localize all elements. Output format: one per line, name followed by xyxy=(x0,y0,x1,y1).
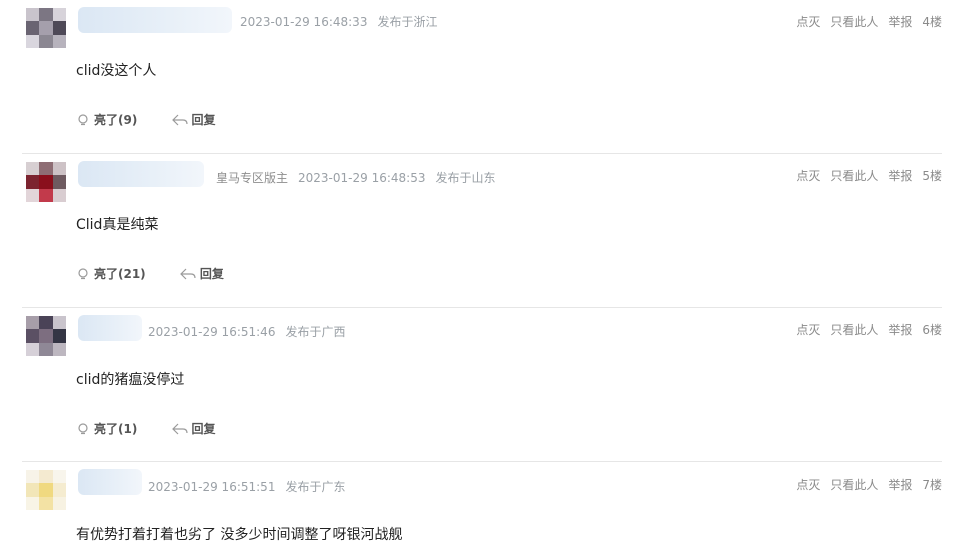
post-time: 2023-01-29 16:51:51 xyxy=(148,480,276,494)
post-location: 发布于广西 xyxy=(285,325,346,339)
avatar[interactable] xyxy=(26,470,66,510)
extinguish-button[interactable]: 点灭 xyxy=(796,15,820,29)
reply-arrow-icon xyxy=(171,423,188,434)
report-button[interactable]: 举报 xyxy=(888,478,912,492)
reply-footer: 亮了(21) 回复 xyxy=(76,265,254,284)
only-view-button[interactable]: 只看此人 xyxy=(830,169,878,183)
reply-footer: 亮了(1) 回复 xyxy=(76,420,246,439)
extinguish-button[interactable]: 点灭 xyxy=(796,323,820,337)
report-button[interactable]: 举报 xyxy=(888,169,912,183)
reply-content: clid的猪瘟没停过 xyxy=(76,372,185,388)
reply-actions: 点灭 只看此人 举报 6楼 xyxy=(786,321,942,338)
lightbulb-icon xyxy=(78,113,88,125)
report-button[interactable]: 举报 xyxy=(888,323,912,337)
post-time: 2023-01-29 16:51:46 xyxy=(148,325,276,339)
post-time: 2023-01-29 16:48:33 xyxy=(240,15,368,29)
like-button[interactable]: 亮了(1) xyxy=(76,420,137,437)
like-button[interactable]: 亮了(21) xyxy=(76,265,146,282)
reply-item: 皇马专区版主 2023-01-29 16:48:53 发布于山东 点灭 只看此人 举报 5… xyxy=(0,154,960,306)
reply-arrow-icon xyxy=(171,114,188,125)
username-blurred[interactable] xyxy=(78,161,204,187)
floor-number: 7楼 xyxy=(922,478,942,492)
only-view-button[interactable]: 只看此人 xyxy=(830,478,878,492)
reply-label: 回复 xyxy=(191,113,216,127)
like-label: 亮了(9) xyxy=(94,113,138,127)
username-blurred[interactable] xyxy=(78,315,142,341)
reply-item: 2023-01-29 16:48:33 发布于浙江 点灭 只看此人 举报 4楼 clid… xyxy=(0,0,960,152)
reply-feed: 2023-01-29 16:48:33 发布于浙江 点灭 只看此人 举报 4楼 clid… xyxy=(0,0,960,556)
like-label: 亮了(21) xyxy=(94,267,146,281)
avatar[interactable] xyxy=(26,316,66,356)
floor-number: 5楼 xyxy=(922,169,942,183)
post-location: 发布于浙江 xyxy=(377,15,438,29)
username-blurred[interactable] xyxy=(78,469,142,495)
reply-button[interactable]: 回复 xyxy=(180,265,224,282)
reply-item: 2023-01-29 16:51:46 发布于广西 点灭 只看此人 举报 6楼 clid… xyxy=(0,308,960,460)
like-button[interactable]: 亮了(9) xyxy=(76,111,137,128)
reply-meta: 2023-01-29 16:48:33 发布于浙江 xyxy=(240,13,437,30)
post-location: 发布于广东 xyxy=(285,480,346,494)
reply-content: 有优势打着打着也劣了 没多少时间调整了呀银河战舰 xyxy=(76,527,403,543)
reply-actions: 点灭 只看此人 举报 4楼 xyxy=(786,13,942,30)
extinguish-button[interactable]: 点灭 xyxy=(796,169,820,183)
reply-content: Clid真是纯菜 xyxy=(76,217,159,233)
lightbulb-icon xyxy=(78,267,88,279)
only-view-button[interactable]: 只看此人 xyxy=(830,15,878,29)
reply-actions: 点灭 只看此人 举报 7楼 xyxy=(786,476,942,493)
reply-meta: 皇马专区版主 2023-01-29 16:48:53 发布于山东 xyxy=(216,169,495,186)
extinguish-button[interactable]: 点灭 xyxy=(796,478,820,492)
reply-label: 回复 xyxy=(199,267,224,281)
avatar[interactable] xyxy=(26,162,66,202)
report-button[interactable]: 举报 xyxy=(888,15,912,29)
username-blurred[interactable] xyxy=(78,7,232,33)
only-view-button[interactable]: 只看此人 xyxy=(830,323,878,337)
reply-meta: 2023-01-29 16:51:51 发布于广东 xyxy=(148,478,345,495)
reply-content: clid没这个人 xyxy=(76,63,157,79)
reply-meta: 2023-01-29 16:51:46 发布于广西 xyxy=(148,323,345,340)
like-label: 亮了(1) xyxy=(94,422,138,436)
post-time: 2023-01-29 16:48:53 xyxy=(298,171,426,185)
reply-footer: 亮了(9) 回复 xyxy=(76,111,246,130)
reply-button[interactable]: 回复 xyxy=(171,111,216,128)
reply-button[interactable]: 回复 xyxy=(171,420,216,437)
reply-actions: 点灭 只看此人 举报 5楼 xyxy=(786,167,942,184)
reply-label: 回复 xyxy=(191,422,216,436)
floor-number: 4楼 xyxy=(922,15,942,29)
post-location: 发布于山东 xyxy=(435,171,496,185)
reply-arrow-icon xyxy=(180,268,196,279)
user-role-badge: 皇马专区版主 xyxy=(216,171,289,185)
floor-number: 6楼 xyxy=(922,323,942,337)
reply-item: 2023-01-29 16:51:51 发布于广东 点灭 只看此人 举报 7楼 有优势打… xyxy=(0,462,960,556)
avatar[interactable] xyxy=(26,8,66,48)
lightbulb-icon xyxy=(78,422,88,434)
